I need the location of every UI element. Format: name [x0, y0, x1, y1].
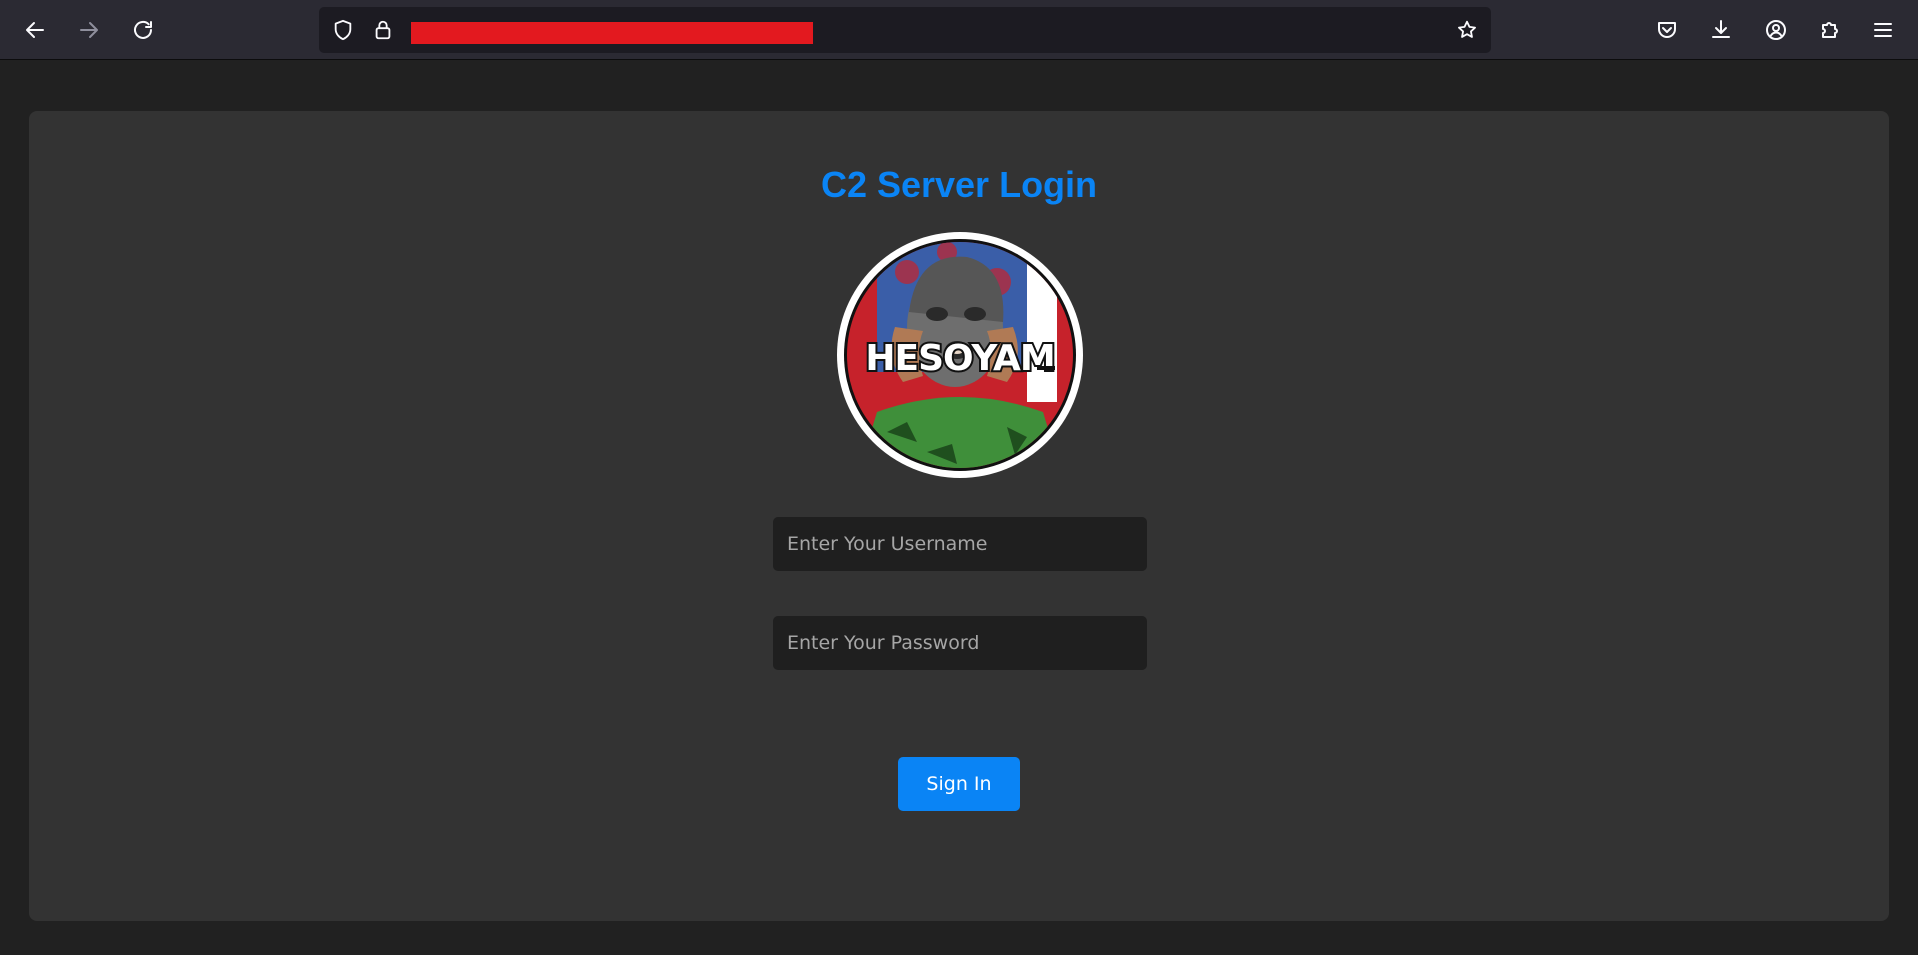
reload-button[interactable]	[124, 11, 162, 49]
puzzle-icon	[1822, 22, 1838, 38]
sign-in-button[interactable]: Sign In	[898, 757, 1020, 811]
lock-icon[interactable]	[371, 18, 395, 42]
app-menu-button[interactable]	[1864, 11, 1902, 49]
username-input[interactable]	[773, 517, 1147, 571]
reload-icon	[134, 20, 152, 39]
pocket-icon	[1658, 22, 1676, 38]
login-card: C2 Server Login HESOYAM Enter Your Usern…	[29, 111, 1889, 921]
page-title: C2 Server Login	[820, 164, 1098, 205]
back-button[interactable]	[16, 11, 54, 49]
browser-toolbar	[0, 0, 1918, 60]
forward-button[interactable]	[70, 11, 108, 49]
password-input[interactable]	[773, 616, 1147, 670]
arrow-right-icon	[80, 22, 98, 38]
shield-icon[interactable]	[331, 18, 355, 42]
arrow-left-icon	[26, 22, 44, 38]
downloads-button[interactable]	[1702, 11, 1740, 49]
hamburger-menu-icon	[1874, 23, 1892, 37]
pocket-button[interactable]	[1648, 11, 1686, 49]
address-bar[interactable]	[319, 7, 1491, 53]
url-text[interactable]	[411, 22, 813, 44]
download-icon	[1712, 20, 1730, 38]
logo-text: HESOYAM	[865, 338, 1054, 379]
hesoyam-logo-image: HESOYAM	[839, 234, 1081, 476]
account-icon	[1766, 20, 1786, 40]
account-button[interactable]	[1757, 11, 1795, 49]
avatar-logo: HESOYAM	[837, 232, 1083, 478]
star-icon[interactable]	[1455, 18, 1479, 42]
extensions-button[interactable]	[1811, 11, 1849, 49]
